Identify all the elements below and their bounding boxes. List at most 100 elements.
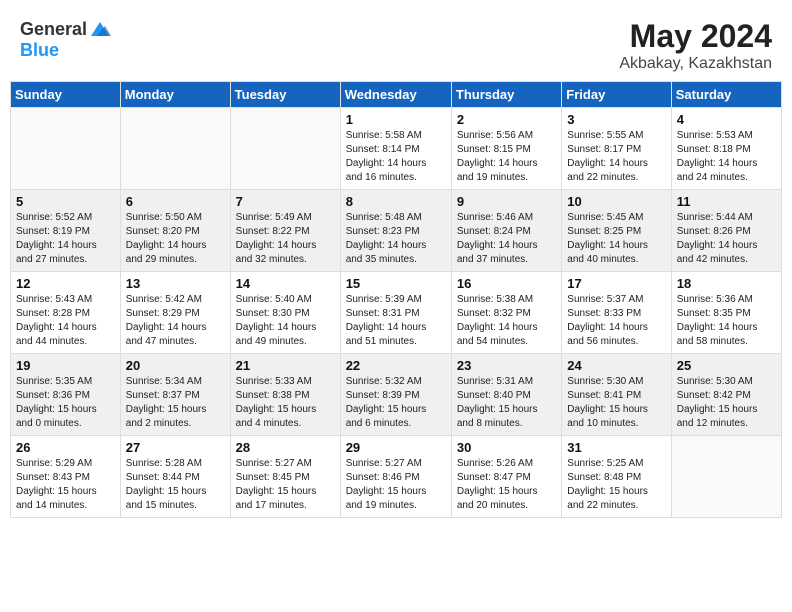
day-info: Sunrise: 5:27 AM Sunset: 8:46 PM Dayligh… bbox=[346, 457, 446, 513]
week-row-2: 5Sunrise: 5:52 AM Sunset: 8:19 PM Daylig… bbox=[11, 190, 782, 272]
day-number: 9 bbox=[457, 194, 556, 209]
calendar-cell: 22 Sunrise: 5:32 AM Sunset: 8:39 PM Dayli… bbox=[340, 354, 451, 436]
day-number: 23 bbox=[457, 358, 556, 373]
calendar-cell: 1 Sunrise: 5:58 AM Sunset: 8:14 PM Daylig… bbox=[340, 108, 451, 190]
day-info: Sunrise: 5:30 AM Sunset: 8:41 PM Dayligh… bbox=[567, 375, 665, 431]
calendar-cell: 7 Sunrise: 5:49 AM Sunset: 8:22 PM Daylig… bbox=[230, 190, 340, 272]
day-info: Sunrise: 5:48 AM Sunset: 8:23 PM Dayligh… bbox=[346, 211, 446, 267]
calendar-cell: 20 Sunrise: 5:34 AM Sunset: 8:37 PM Dayli… bbox=[120, 354, 230, 436]
logo-icon bbox=[89, 18, 111, 40]
calendar-cell bbox=[230, 108, 340, 190]
calendar-cell: 8Sunrise: 5:48 AM Sunset: 8:23 PM Daylig… bbox=[340, 190, 451, 272]
calendar-cell: 2 Sunrise: 5:56 AM Sunset: 8:15 PM Daylig… bbox=[451, 108, 561, 190]
weekday-header-tuesday: Tuesday bbox=[230, 82, 340, 108]
calendar-cell: 21 Sunrise: 5:33 AM Sunset: 8:38 PM Dayli… bbox=[230, 354, 340, 436]
weekday-header-wednesday: Wednesday bbox=[340, 82, 451, 108]
day-info: Sunrise: 5:32 AM Sunset: 8:39 PM Dayligh… bbox=[346, 375, 446, 431]
calendar-cell bbox=[671, 436, 781, 518]
weekday-header-row: SundayMondayTuesdayWednesdayThursdayFrid… bbox=[11, 82, 782, 108]
day-number: 12 bbox=[16, 276, 115, 291]
day-info: Sunrise: 5:37 AM Sunset: 8:33 PM Dayligh… bbox=[567, 293, 665, 349]
day-info: Sunrise: 5:55 AM Sunset: 8:17 PM Dayligh… bbox=[567, 129, 665, 185]
day-number: 6 bbox=[126, 194, 225, 209]
logo-blue: Blue bbox=[20, 40, 59, 60]
day-number: 17 bbox=[567, 276, 665, 291]
weekday-header-sunday: Sunday bbox=[11, 82, 121, 108]
day-number: 24 bbox=[567, 358, 665, 373]
calendar-cell: 17 Sunrise: 5:37 AM Sunset: 8:33 PM Dayli… bbox=[562, 272, 671, 354]
day-info: Sunrise: 5:39 AM Sunset: 8:31 PM Dayligh… bbox=[346, 293, 446, 349]
calendar-cell: 3 Sunrise: 5:55 AM Sunset: 8:17 PM Daylig… bbox=[562, 108, 671, 190]
logo: General Blue bbox=[20, 18, 111, 61]
week-row-4: 19 Sunrise: 5:35 AM Sunset: 8:36 PM Dayli… bbox=[11, 354, 782, 436]
day-info: Sunrise: 5:33 AM Sunset: 8:38 PM Dayligh… bbox=[236, 375, 335, 431]
day-number: 25 bbox=[677, 358, 776, 373]
calendar-cell: 19 Sunrise: 5:35 AM Sunset: 8:36 PM Dayli… bbox=[11, 354, 121, 436]
day-number: 27 bbox=[126, 440, 225, 455]
calendar-cell: 27 Sunrise: 5:28 AM Sunset: 8:44 PM Dayli… bbox=[120, 436, 230, 518]
day-number: 11 bbox=[677, 194, 776, 209]
calendar-cell: 5Sunrise: 5:52 AM Sunset: 8:19 PM Daylig… bbox=[11, 190, 121, 272]
calendar-cell: 23Sunrise: 5:31 AM Sunset: 8:40 PM Dayli… bbox=[451, 354, 561, 436]
title-section: May 2024 Akbakay, Kazakhstan bbox=[619, 18, 772, 73]
day-number: 5 bbox=[16, 194, 115, 209]
logo-text: General Blue bbox=[20, 18, 111, 61]
calendar-cell: 31Sunrise: 5:25 AM Sunset: 8:48 PM Dayli… bbox=[562, 436, 671, 518]
calendar-cell: 24 Sunrise: 5:30 AM Sunset: 8:41 PM Dayli… bbox=[562, 354, 671, 436]
day-info: Sunrise: 5:49 AM Sunset: 8:22 PM Dayligh… bbox=[236, 211, 335, 267]
day-info: Sunrise: 5:38 AM Sunset: 8:32 PM Dayligh… bbox=[457, 293, 556, 349]
day-number: 21 bbox=[236, 358, 335, 373]
day-info: Sunrise: 5:53 AM Sunset: 8:18 PM Dayligh… bbox=[677, 129, 776, 185]
logo-general: General bbox=[20, 19, 87, 40]
day-info: Sunrise: 5:45 AM Sunset: 8:25 PM Dayligh… bbox=[567, 211, 665, 267]
weekday-header-monday: Monday bbox=[120, 82, 230, 108]
calendar-cell: 12Sunrise: 5:43 AM Sunset: 8:28 PM Dayli… bbox=[11, 272, 121, 354]
day-number: 3 bbox=[567, 112, 665, 127]
day-number: 13 bbox=[126, 276, 225, 291]
calendar-cell: 13 Sunrise: 5:42 AM Sunset: 8:29 PM Dayli… bbox=[120, 272, 230, 354]
day-number: 18 bbox=[677, 276, 776, 291]
calendar-table: SundayMondayTuesdayWednesdayThursdayFrid… bbox=[10, 81, 782, 518]
day-number: 20 bbox=[126, 358, 225, 373]
day-info: Sunrise: 5:56 AM Sunset: 8:15 PM Dayligh… bbox=[457, 129, 556, 185]
week-row-1: 1 Sunrise: 5:58 AM Sunset: 8:14 PM Daylig… bbox=[11, 108, 782, 190]
calendar-cell: 15Sunrise: 5:39 AM Sunset: 8:31 PM Dayli… bbox=[340, 272, 451, 354]
page-header: General Blue May 2024 Akbakay, Kazakhsta… bbox=[10, 10, 782, 77]
day-info: Sunrise: 5:34 AM Sunset: 8:37 PM Dayligh… bbox=[126, 375, 225, 431]
weekday-header-thursday: Thursday bbox=[451, 82, 561, 108]
calendar-cell: 28Sunrise: 5:27 AM Sunset: 8:45 PM Dayli… bbox=[230, 436, 340, 518]
day-info: Sunrise: 5:28 AM Sunset: 8:44 PM Dayligh… bbox=[126, 457, 225, 513]
day-info: Sunrise: 5:30 AM Sunset: 8:42 PM Dayligh… bbox=[677, 375, 776, 431]
weekday-header-saturday: Saturday bbox=[671, 82, 781, 108]
calendar-cell: 18 Sunrise: 5:36 AM Sunset: 8:35 PM Dayli… bbox=[671, 272, 781, 354]
day-info: Sunrise: 5:40 AM Sunset: 8:30 PM Dayligh… bbox=[236, 293, 335, 349]
day-info: Sunrise: 5:58 AM Sunset: 8:14 PM Dayligh… bbox=[346, 129, 446, 185]
calendar-cell bbox=[120, 108, 230, 190]
calendar-cell: 16Sunrise: 5:38 AM Sunset: 8:32 PM Dayli… bbox=[451, 272, 561, 354]
day-info: Sunrise: 5:50 AM Sunset: 8:20 PM Dayligh… bbox=[126, 211, 225, 267]
day-number: 1 bbox=[346, 112, 446, 127]
week-row-3: 12Sunrise: 5:43 AM Sunset: 8:28 PM Dayli… bbox=[11, 272, 782, 354]
calendar-cell: 9 Sunrise: 5:46 AM Sunset: 8:24 PM Daylig… bbox=[451, 190, 561, 272]
week-row-5: 26Sunrise: 5:29 AM Sunset: 8:43 PM Dayli… bbox=[11, 436, 782, 518]
day-info: Sunrise: 5:25 AM Sunset: 8:48 PM Dayligh… bbox=[567, 457, 665, 513]
day-number: 7 bbox=[236, 194, 335, 209]
calendar-cell: 26Sunrise: 5:29 AM Sunset: 8:43 PM Dayli… bbox=[11, 436, 121, 518]
calendar-cell bbox=[11, 108, 121, 190]
calendar-cell: 29Sunrise: 5:27 AM Sunset: 8:46 PM Dayli… bbox=[340, 436, 451, 518]
day-number: 14 bbox=[236, 276, 335, 291]
title-location: Akbakay, Kazakhstan bbox=[619, 55, 772, 73]
calendar-cell: 10 Sunrise: 5:45 AM Sunset: 8:25 PM Dayli… bbox=[562, 190, 671, 272]
weekday-header-friday: Friday bbox=[562, 82, 671, 108]
day-number: 19 bbox=[16, 358, 115, 373]
day-number: 4 bbox=[677, 112, 776, 127]
day-number: 28 bbox=[236, 440, 335, 455]
day-info: Sunrise: 5:42 AM Sunset: 8:29 PM Dayligh… bbox=[126, 293, 225, 349]
day-number: 22 bbox=[346, 358, 446, 373]
day-number: 2 bbox=[457, 112, 556, 127]
day-info: Sunrise: 5:36 AM Sunset: 8:35 PM Dayligh… bbox=[677, 293, 776, 349]
title-month: May 2024 bbox=[619, 18, 772, 55]
day-number: 10 bbox=[567, 194, 665, 209]
day-info: Sunrise: 5:46 AM Sunset: 8:24 PM Dayligh… bbox=[457, 211, 556, 267]
day-info: Sunrise: 5:35 AM Sunset: 8:36 PM Dayligh… bbox=[16, 375, 115, 431]
